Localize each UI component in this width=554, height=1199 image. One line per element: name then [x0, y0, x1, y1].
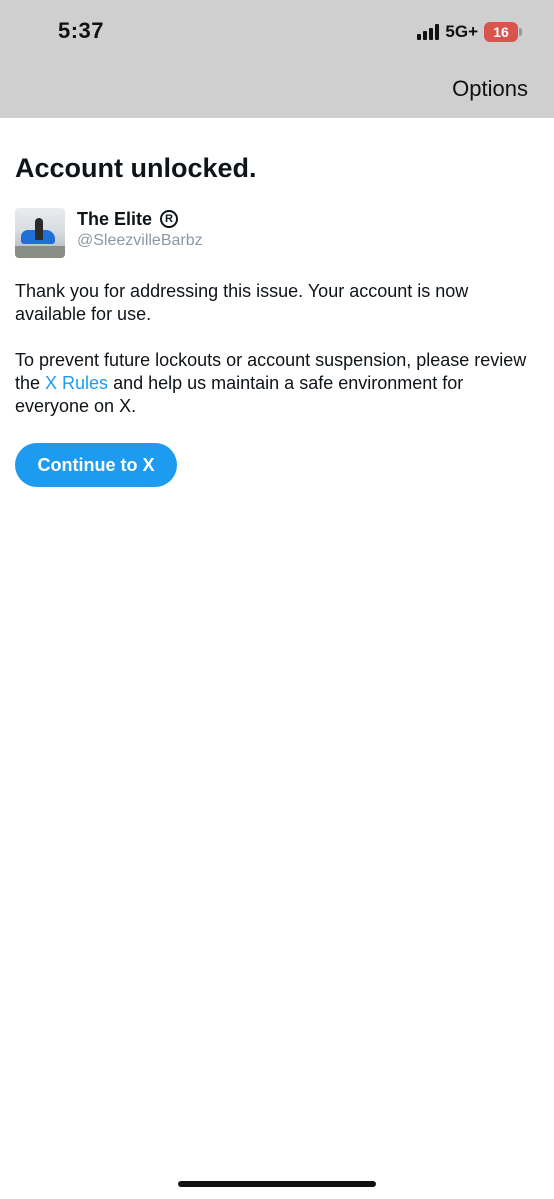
- status-indicators: 5G+ 16: [417, 20, 522, 44]
- status-time: 5:37: [58, 18, 105, 43]
- network-type: 5G+: [445, 22, 478, 41]
- account-name: The Elite: [77, 209, 153, 229]
- unlock-message: Thank you for addressing this issue. You…: [15, 281, 469, 324]
- account-info: The Elite R @SleezvilleBarbz: [77, 208, 203, 250]
- account-card: The Elite R @SleezvilleBarbz: [15, 208, 539, 258]
- page-title: Account unlocked.: [15, 153, 257, 183]
- top-bar: 5:37 5G+ 16 Options: [0, 0, 554, 118]
- account-handle: @SleezvilleBarbz: [77, 232, 203, 249]
- main-content: Account unlocked. The Elite R @Sleezvill…: [15, 150, 539, 487]
- registered-trademark-icon: R: [160, 210, 179, 228]
- account-name-row: The Elite R: [77, 208, 203, 230]
- battery-level: 16: [493, 24, 509, 40]
- rules-message: To prevent future lockouts or account su…: [15, 349, 539, 418]
- home-indicator[interactable]: [178, 1181, 376, 1187]
- options-button[interactable]: Options: [452, 76, 528, 102]
- avatar: [15, 208, 65, 258]
- x-rules-link[interactable]: X Rules: [45, 373, 108, 393]
- signal-bars-icon: [417, 24, 440, 40]
- continue-button[interactable]: Continue to X: [15, 443, 177, 487]
- battery-icon: 16: [484, 22, 522, 42]
